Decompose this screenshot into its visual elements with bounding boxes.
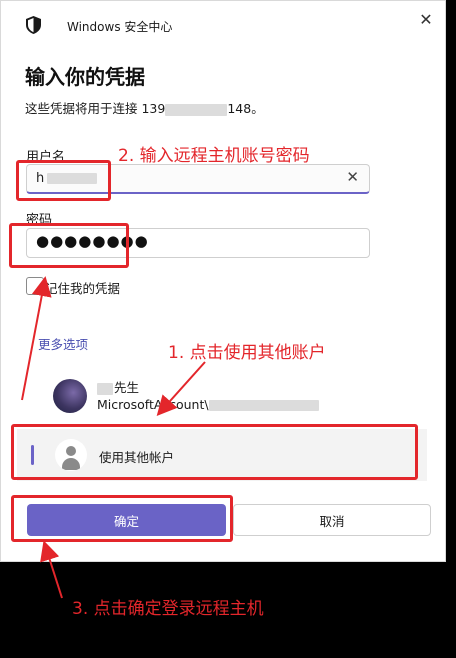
annotation-arrows (21, 276, 206, 599)
annotation-step3: 3. 点击确定登录远程主机 (72, 599, 264, 619)
arrow-to-ok-button (40, 540, 63, 599)
arrow-to-remember (21, 276, 52, 401)
arrow-to-other-account (156, 361, 206, 416)
annotation-step1: 1. 点击使用其他账户 (168, 343, 326, 363)
annotation-step2: 2. 输入远程主机账号密码 (118, 146, 310, 166)
